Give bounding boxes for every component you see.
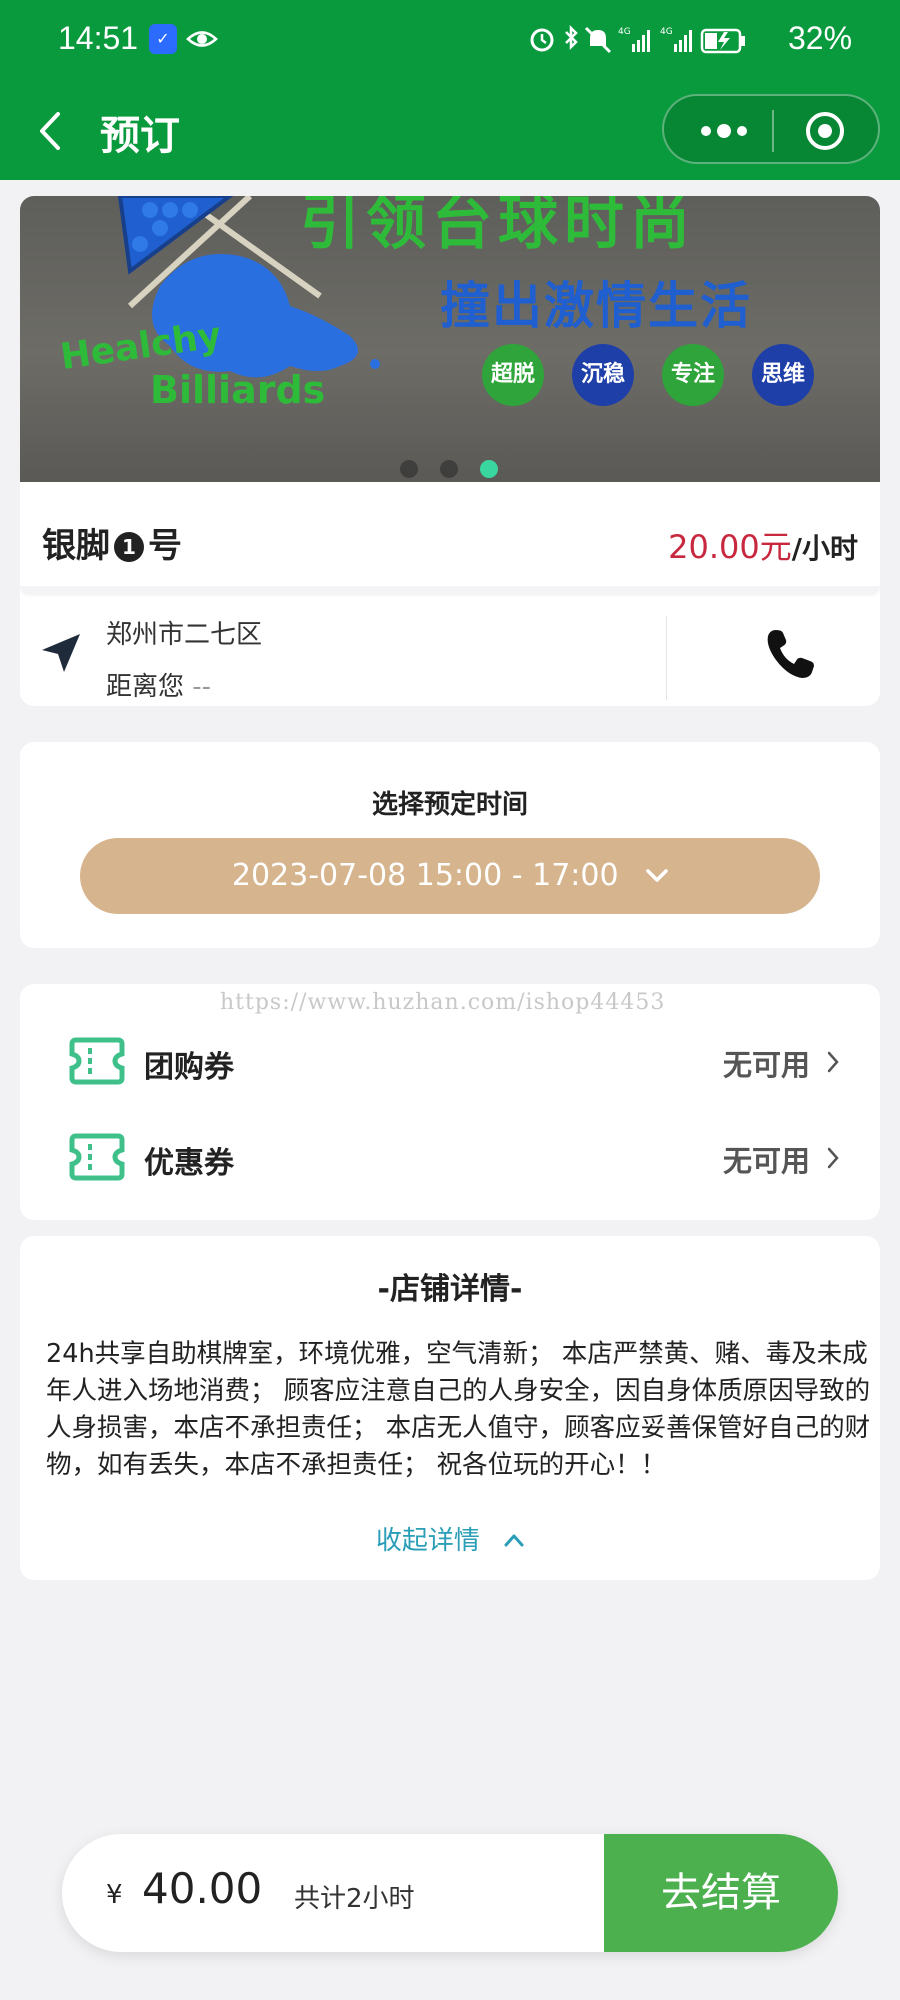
- status-time: 14:51: [58, 20, 139, 56]
- collapse-label: 收起详情: [375, 1526, 480, 1556]
- ticket-icon: [69, 1133, 125, 1181]
- ticket-icon: [69, 1037, 125, 1085]
- eye-icon: [186, 31, 218, 47]
- coupon-label: 团购券: [144, 1050, 234, 1085]
- app-header: 14:51 ✓ 4G 4G 32% 预订: [0, 0, 900, 180]
- distance-value: --: [192, 672, 212, 702]
- booking-time-title: 选择预定时间: [371, 790, 528, 820]
- store-distance: 距离您 --: [106, 666, 211, 703]
- hourly-price: 20.00元/小时: [668, 522, 858, 568]
- page-title: 预订: [100, 113, 180, 159]
- booking-time-card: 选择预定时间 2023-07-08 15:00 - 17:00: [20, 742, 880, 948]
- price-value: 20.00元: [668, 528, 792, 566]
- coupon-row-discount[interactable]: 优惠券 无可用: [20, 1124, 880, 1194]
- total-hours: 共计2小时: [294, 1884, 415, 1914]
- price-unit: /小时: [791, 532, 858, 565]
- banner-badge: 沉稳: [572, 344, 634, 406]
- store-name-prefix: 银脚: [42, 526, 110, 566]
- banner-slogan-top: 引领台球时尚: [300, 196, 696, 258]
- store-details-card: -店铺详情- 24h共享自助棋牌室，环境优雅，空气清新； 本店严禁黄、赌、毒及未…: [20, 1236, 880, 1580]
- store-name: 银脚 1 号: [42, 518, 182, 567]
- coupon-status: 无可用: [722, 1144, 810, 1178]
- carousel-dot[interactable]: [440, 460, 458, 478]
- watermark-text: https://www.huzhan.com/ishop44453: [220, 990, 666, 1015]
- store-banner[interactable]: 引领台球时尚 撞出激情生活 Healchy Billiards 超脱 沉稳 专注…: [20, 196, 880, 482]
- status-bar: 14:51 ✓ 4G 4G 32%: [0, 0, 900, 80]
- navigation-arrow-icon[interactable]: [36, 628, 86, 678]
- miniprogram-capsule: [662, 94, 880, 164]
- banner-badge: 思维: [752, 344, 814, 406]
- banner-slogan-bottom: 撞出激情生活: [440, 277, 752, 335]
- selected-time: 2023-07-08 15:00 - 17:00: [231, 858, 619, 893]
- target-circle-icon[interactable]: [804, 110, 846, 152]
- divider: [20, 586, 880, 594]
- coupon-status: 无可用: [722, 1048, 810, 1082]
- coupon-card: https://www.huzhan.com/ishop44453 团购券 无可…: [20, 984, 880, 1220]
- store-city: 郑州市二七区: [106, 620, 263, 650]
- system-status-icons: 4G 4G: [530, 24, 745, 54]
- chevron-right-icon: [827, 1147, 839, 1169]
- shield-icon: ✓: [149, 24, 177, 54]
- battery-percent: 32%: [788, 20, 853, 56]
- banner-badge: 专注: [662, 344, 724, 406]
- chevron-left-icon[interactable]: [30, 106, 70, 156]
- phone-icon[interactable]: [762, 626, 818, 682]
- store-number-badge: 1: [114, 532, 144, 562]
- carousel-indicator: [20, 460, 880, 480]
- svg-text:4G: 4G: [660, 27, 673, 37]
- chevron-up-icon: [504, 1534, 524, 1547]
- carousel-dot-active[interactable]: [480, 460, 498, 478]
- coupon-row-group-buy[interactable]: 团购券 无可用: [20, 1028, 880, 1098]
- total-amount: 40.00: [142, 1864, 263, 1913]
- chevron-right-icon: [827, 1051, 839, 1073]
- carousel-dot[interactable]: [400, 460, 418, 478]
- currency-symbol: ¥: [106, 1880, 123, 1910]
- nav-bar: 预订: [0, 88, 900, 178]
- chevron-down-icon: [646, 869, 668, 882]
- more-dots-icon[interactable]: [694, 114, 754, 148]
- time-picker-button[interactable]: 2023-07-08 15:00 - 17:00: [80, 838, 820, 914]
- capsule-divider: [772, 110, 774, 152]
- store-card: 引领台球时尚 撞出激情生活 Healchy Billiards 超脱 沉稳 专注…: [20, 196, 880, 706]
- store-name-suffix: 号: [148, 526, 182, 566]
- banner-badge: 超脱: [482, 344, 544, 406]
- collapse-details-button[interactable]: 收起详情: [20, 1520, 880, 1557]
- divider: [666, 616, 667, 700]
- checkout-button[interactable]: 去结算: [604, 1834, 838, 1952]
- store-details-title: -店铺详情-: [377, 1272, 523, 1307]
- coupon-label: 优惠券: [144, 1146, 234, 1181]
- store-details-text: 24h共享自助棋牌室，环境优雅，空气清新； 本店严禁黄、赌、毒及未成年人进入场地…: [46, 1339, 871, 1480]
- banner-brand-line2: Billiards: [150, 368, 326, 412]
- svg-text:4G: 4G: [618, 27, 631, 37]
- distance-label: 距离您: [106, 672, 185, 702]
- checkout-bar: ¥ 40.00 共计2小时 去结算: [62, 1834, 838, 1952]
